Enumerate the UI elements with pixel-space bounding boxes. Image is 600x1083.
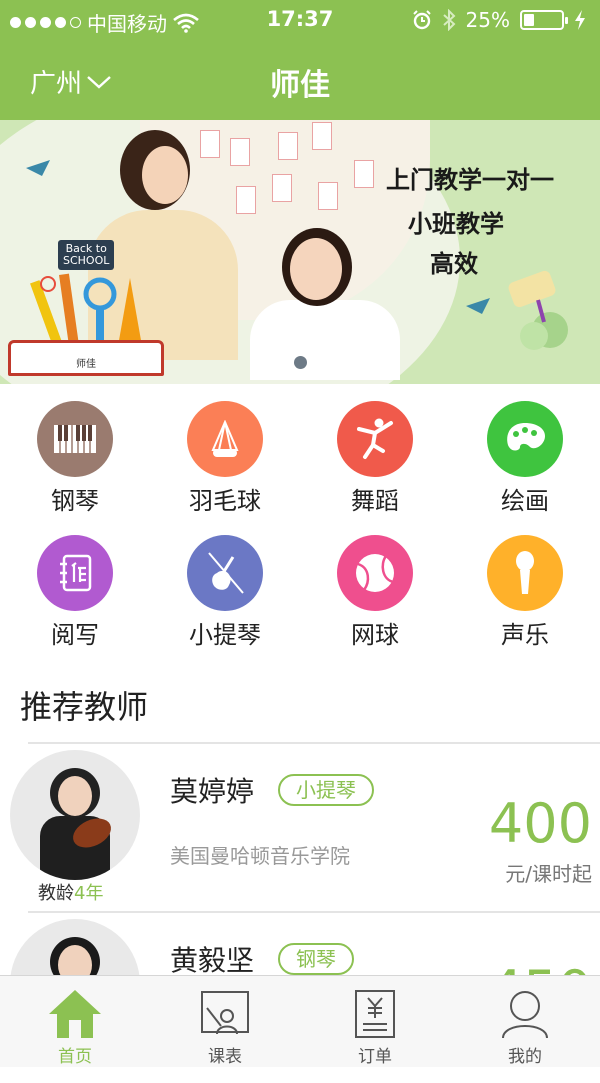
- tab-label: 我的: [508, 1047, 542, 1067]
- paper-plane-icon: [466, 298, 490, 314]
- flash-card: [230, 138, 250, 166]
- banner-line1: 上门教学一对一: [386, 165, 554, 194]
- order-icon: [355, 990, 395, 1038]
- page-dot-1[interactable]: [270, 356, 284, 369]
- badminton-icon: [187, 401, 263, 477]
- battery-percent: 25%: [465, 8, 510, 32]
- tab-orders[interactable]: 订单: [300, 976, 450, 1067]
- palette-icon: [487, 401, 563, 477]
- category-grid: 钢琴 羽毛球 舞蹈 绘画 阅写 小提琴 网球 声乐: [0, 384, 600, 662]
- student-face: [290, 238, 342, 300]
- category-vocal[interactable]: 声乐: [450, 518, 600, 652]
- flash-card: [312, 122, 332, 150]
- teacher-card[interactable]: 教龄4年 莫婷婷 小提琴 美国曼哈顿音乐学院 400 元/课时起: [0, 744, 600, 914]
- section-title: 推荐教师: [20, 688, 149, 726]
- microphone-icon: [487, 535, 563, 611]
- battery-icon: [520, 10, 568, 30]
- top-bar: 中国移动 17:37 25% 广州 师佳: [0, 0, 600, 120]
- schedule-icon: [201, 991, 249, 1035]
- flash-card: [236, 186, 256, 214]
- teacher-name: 黄毅坚: [170, 944, 255, 977]
- seniority-value: 4年: [74, 883, 104, 904]
- bluetooth-icon: [442, 9, 455, 31]
- teacher-name: 莫婷婷: [170, 775, 255, 808]
- page-dot-2[interactable]: [293, 356, 307, 369]
- category-badminton[interactable]: 羽毛球: [150, 384, 300, 518]
- charging-icon: [575, 10, 585, 30]
- tab-home[interactable]: 首页: [0, 976, 150, 1067]
- category-reading-writing[interactable]: 阅写: [0, 518, 150, 652]
- dance-icon: [337, 401, 413, 477]
- teacher-seniority: 教龄4年: [38, 879, 103, 905]
- teacher-price: 400: [488, 792, 592, 855]
- flash-card: [318, 182, 338, 210]
- tab-label: 课表: [208, 1047, 242, 1067]
- tennis-icon: [337, 535, 413, 611]
- category-label: 阅写: [51, 621, 99, 649]
- banner-pagination: [0, 356, 600, 369]
- teacher-school: 美国曼哈顿音乐学院: [170, 844, 350, 868]
- subject-tag: 钢琴: [278, 943, 354, 975]
- home-icon: [49, 990, 101, 1038]
- category-tennis[interactable]: 网球: [300, 518, 450, 652]
- flash-card: [272, 174, 292, 202]
- category-painting[interactable]: 绘画: [450, 384, 600, 518]
- teacher-face: [142, 146, 188, 204]
- category-label: 舞蹈: [351, 487, 399, 515]
- alarm-icon: [412, 10, 431, 30]
- category-dance[interactable]: 舞蹈: [300, 384, 450, 518]
- category-violin[interactable]: 小提琴: [150, 518, 300, 652]
- category-label: 网球: [351, 621, 399, 649]
- category-label: 绘画: [501, 487, 549, 515]
- profile-icon: [502, 991, 548, 1039]
- subject-tag: 小提琴: [278, 774, 374, 806]
- notebook-icon: [37, 535, 113, 611]
- tab-bar: 首页 课表 订单 我的: [0, 975, 600, 1067]
- paper-plane-icon: [26, 160, 50, 176]
- category-label: 羽毛球: [189, 487, 261, 515]
- back-to-school-badge: Back to SCHOOL: [58, 240, 115, 271]
- category-label: 声乐: [501, 621, 549, 649]
- flash-card: [278, 132, 298, 160]
- seniority-label: 教龄: [38, 883, 74, 904]
- banner-line2: 小班教学: [408, 209, 504, 238]
- piano-icon: [37, 401, 113, 477]
- category-label: 小提琴: [189, 621, 261, 649]
- page-dot-3[interactable]: [316, 356, 330, 369]
- flash-card: [354, 160, 374, 188]
- banner-line3: 高效: [430, 249, 478, 278]
- avatar: [10, 750, 140, 880]
- tab-label: 首页: [58, 1047, 92, 1067]
- school-supplies-icon: [30, 273, 142, 347]
- tab-schedule[interactable]: 课表: [150, 976, 300, 1067]
- tab-profile[interactable]: 我的: [450, 976, 600, 1067]
- category-label: 钢琴: [51, 487, 99, 515]
- category-piano[interactable]: 钢琴: [0, 384, 150, 518]
- tab-label: 订单: [358, 1047, 392, 1067]
- status-bar: 中国移动 17:37 25%: [0, 0, 600, 40]
- badge-line2: SCHOOL: [63, 254, 110, 268]
- status-right: 25%: [412, 8, 586, 32]
- telescope-icon: [508, 270, 568, 350]
- promo-banner[interactable]: Back to SCHOOL 师佳 上门教学一对一 小班教学 高效: [0, 120, 600, 384]
- page-title: 师佳: [270, 68, 330, 103]
- violin-icon: [187, 535, 263, 611]
- price-unit: 元/课时起: [505, 862, 592, 886]
- flash-card: [200, 130, 220, 158]
